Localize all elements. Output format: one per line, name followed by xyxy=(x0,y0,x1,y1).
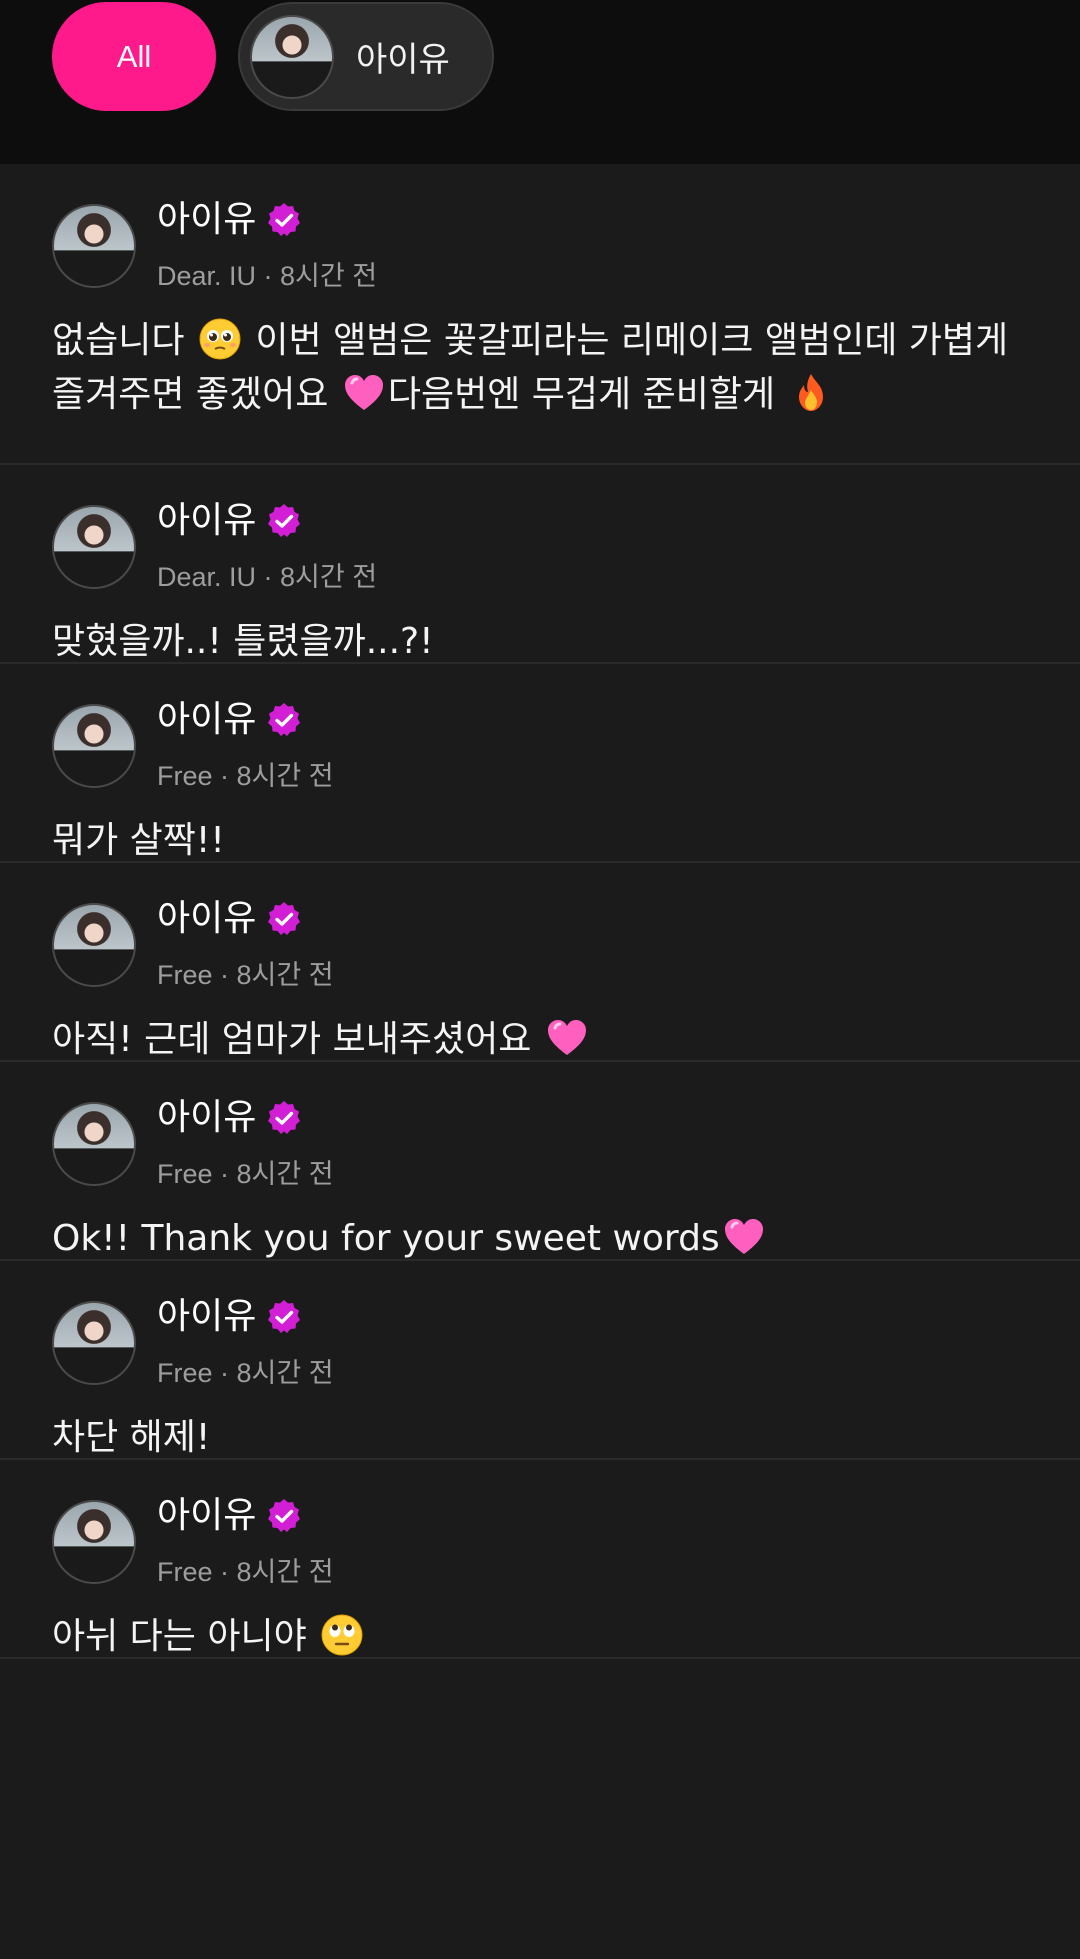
post-meta: Free · 8시간 전 xyxy=(157,761,334,791)
post-text: 차단 해제! xyxy=(52,1417,211,1458)
post-item[interactable]: 아이유 Free · 8시간 전뭐가 살짝!! xyxy=(0,664,1080,863)
post-author[interactable]: 아이유 xyxy=(157,202,302,238)
post-meta: Free · 8시간 전 xyxy=(157,1159,334,1189)
pink-heart-emoji xyxy=(342,371,386,415)
post-text: 없습니다 xyxy=(52,320,196,361)
post-meta: Dear. IU · 8시간 전 xyxy=(157,261,378,291)
post-text: 아직! 근데 엄마가 보내주셨어요 xyxy=(52,1019,543,1060)
pink-heart-emoji xyxy=(722,1215,766,1259)
filter-artist-label: 아이유 xyxy=(356,40,450,80)
post-author[interactable]: 아이유 xyxy=(157,1299,302,1335)
post-body: 차단 해제! xyxy=(52,1411,1042,1465)
post-body: 맞혔을까..! 틀렸을까...?! xyxy=(52,615,1042,669)
post-body: 없습니다 이번 앨범은 꽃갈피라는 리메이크 앨범인데 가볍게 즐겨주면 좋겠어… xyxy=(52,314,1042,422)
post-item[interactable]: 아이유 Free · 8시간 전아직! 근데 엄마가 보내주셨어요 xyxy=(0,863,1080,1062)
post-author[interactable]: 아이유 xyxy=(157,702,302,738)
post-body: 아직! 근데 엄마가 보내주셨어요 xyxy=(52,1013,1042,1067)
filter-bar: All 아이유 xyxy=(0,0,1080,164)
post-text: 맞혔을까..! 틀렸을까...?! xyxy=(52,621,434,662)
author-name: 아이유 xyxy=(157,898,257,939)
pink-heart-emoji xyxy=(545,1016,589,1060)
post-text: 아뉘 다는 아니야 xyxy=(52,1616,319,1657)
post-author[interactable]: 아이유 xyxy=(157,1100,302,1136)
post-meta: Dear. IU · 8시간 전 xyxy=(157,562,378,592)
artist-avatar xyxy=(250,14,334,99)
author-name: 아이유 xyxy=(157,199,257,240)
author-avatar[interactable] xyxy=(52,1102,136,1186)
post-item[interactable]: 아이유 Free · 8시간 전아뉘 다는 아니야 xyxy=(0,1460,1080,1659)
post-text: Ok!! Thank you for your sweet words xyxy=(52,1218,720,1259)
post-feed: 아이유 Dear. IU · 8시간 전 없습니다 이번 앨범은 꽃갈피라는 리메… xyxy=(0,164,1080,1659)
post-body: 아뉘 다는 아니야 xyxy=(52,1610,1042,1664)
post-item[interactable]: 아이유 Free · 8시간 전차단 해제! xyxy=(0,1261,1080,1460)
post-body: Ok!! Thank you for your sweet words xyxy=(52,1212,1042,1266)
author-avatar[interactable] xyxy=(52,204,136,288)
post-meta: Free · 8시간 전 xyxy=(157,1557,334,1587)
post-item[interactable]: 아이유 Dear. IU · 8시간 전맞혔을까..! 틀렸을까...?! xyxy=(0,465,1080,664)
post-body: 뭐가 살짝!! xyxy=(52,814,1042,868)
verified-badge-icon xyxy=(266,503,302,539)
post-text: 뭐가 살짝!! xyxy=(52,820,225,861)
author-avatar[interactable] xyxy=(52,1301,136,1385)
author-avatar[interactable] xyxy=(52,704,136,788)
verified-badge-icon xyxy=(266,1498,302,1534)
post-author[interactable]: 아이유 xyxy=(157,503,302,539)
filter-artist-button[interactable]: 아이유 xyxy=(238,2,494,111)
pleading-face-emoji xyxy=(198,317,242,361)
post-meta: Free · 8시간 전 xyxy=(157,1358,334,1388)
author-name: 아이유 xyxy=(157,699,257,740)
filter-all-label: All xyxy=(116,38,152,74)
author-name: 아이유 xyxy=(157,500,257,541)
author-name: 아이유 xyxy=(157,1296,257,1337)
verified-badge-icon xyxy=(266,1100,302,1136)
rolling-eyes-emoji xyxy=(320,1613,364,1657)
author-avatar[interactable] xyxy=(52,505,136,589)
verified-badge-icon xyxy=(266,202,302,238)
author-avatar[interactable] xyxy=(52,1500,136,1584)
post-item[interactable]: 아이유 Free · 8시간 전 Ok!! Thank you for your … xyxy=(0,1062,1080,1261)
fire-emoji xyxy=(789,371,833,415)
verified-badge-icon xyxy=(266,901,302,937)
author-name: 아이유 xyxy=(157,1495,257,1536)
post-item[interactable]: 아이유 Dear. IU · 8시간 전없습니다 이번 앨범은 꽃갈피라는 리메… xyxy=(0,164,1080,465)
post-author[interactable]: 아이유 xyxy=(157,901,302,937)
verified-badge-icon xyxy=(266,1299,302,1335)
author-avatar[interactable] xyxy=(52,903,136,987)
filter-all-button[interactable]: All xyxy=(52,2,216,111)
post-meta: Free · 8시간 전 xyxy=(157,960,334,990)
post-text: 다음번엔 무겁게 준비할게 xyxy=(387,374,787,415)
verified-badge-icon xyxy=(266,702,302,738)
post-author[interactable]: 아이유 xyxy=(157,1498,302,1534)
author-name: 아이유 xyxy=(157,1097,257,1138)
